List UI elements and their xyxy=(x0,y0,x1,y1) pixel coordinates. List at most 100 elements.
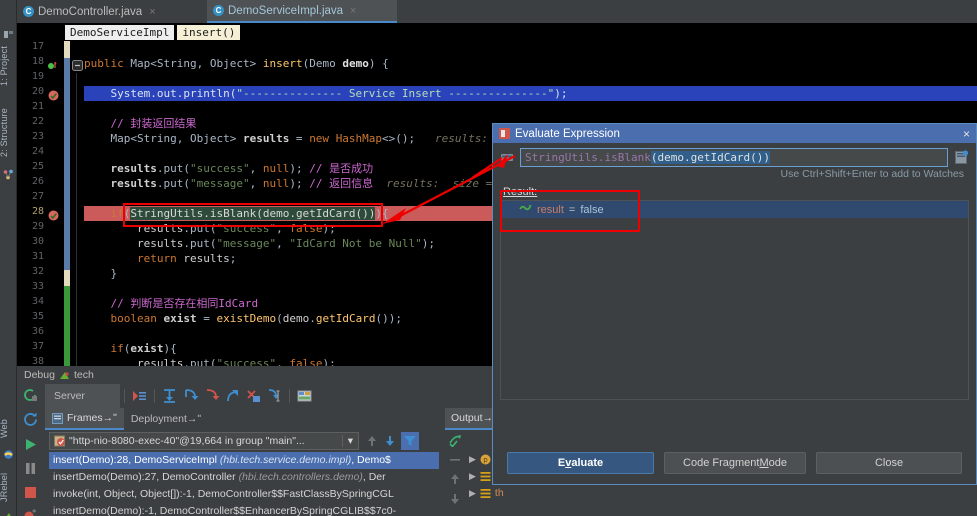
sidebar-item-jrebel[interactable]: JRebel xyxy=(0,465,16,509)
add-watch-icon[interactable] xyxy=(448,433,462,447)
evaluate-expression-dialog[interactable]: Evaluate Expression × StringUtils.isBlan… xyxy=(492,123,977,485)
line-number: 33 xyxy=(17,281,44,292)
step-over-icon[interactable] xyxy=(161,388,178,404)
run-to-cursor-icon[interactable] xyxy=(266,388,283,404)
dialog-button-row: Evaluate Code Fragment Mode Close xyxy=(493,451,976,475)
frame-row[interactable]: insertDemo(Demo):-1, DemoController$$Enh… xyxy=(49,503,439,516)
code-line: // 封装返回结果 xyxy=(84,116,196,131)
fold-column[interactable] xyxy=(70,41,84,366)
annotation-box-condition xyxy=(123,203,383,227)
stop-icon[interactable] xyxy=(23,485,38,500)
history-icon[interactable] xyxy=(954,150,969,165)
line-number: 36 xyxy=(17,326,44,337)
expression-row: StringUtils.isBlank(demo.getIdCard()) xyxy=(493,146,976,168)
dialog-title: Evaluate Expression xyxy=(515,128,620,140)
line-number: 24 xyxy=(17,146,44,157)
expand-arrow-icon[interactable]: ▶ xyxy=(469,451,476,468)
variable-row[interactable]: ▶ th xyxy=(469,485,504,502)
line-number: 17 xyxy=(17,41,44,52)
code-line: boolean exist = existDemo(demo.getIdCard… xyxy=(84,311,402,326)
svg-text:p: p xyxy=(483,456,488,464)
thread-label: "http-nio-8080-exec-40"@19,664 in group … xyxy=(69,435,305,447)
chevron-down-icon[interactable]: ▾ xyxy=(342,435,358,447)
step-out-icon[interactable] xyxy=(224,388,241,404)
sidebar-item-project[interactable]: 1: Project xyxy=(0,38,16,94)
code-line: public Map<String, Object> insert(Demo d… xyxy=(84,56,389,71)
frames-panel: "http-nio-8080-exec-40"@19,664 in group … xyxy=(45,430,445,516)
method-run-icon[interactable] xyxy=(47,58,58,76)
code-line: // 判断是否存在相同IdCard xyxy=(84,296,258,311)
fold-indent-line xyxy=(76,73,77,366)
down-icon[interactable] xyxy=(449,492,461,506)
close-icon[interactable]: × xyxy=(350,5,356,17)
expression-input[interactable]: StringUtils.isBlank(demo.getIdCard()) xyxy=(520,148,948,167)
tab-deployment[interactable]: Deployment→ʺ xyxy=(124,408,208,430)
line-number: 37 xyxy=(17,341,44,352)
frame-signature: insert(Demo):28, DemoServiceImpl xyxy=(53,454,220,466)
field-icon xyxy=(480,471,491,482)
sidebar-item-web[interactable]: Web xyxy=(0,412,16,446)
editor-gutter[interactable]: 17 18 19 20 21 22 23 24 25 26 27 28 29 3… xyxy=(17,41,64,366)
code-fragment-mode-button[interactable]: Code Fragment Mode xyxy=(664,452,806,474)
tab-democontroller[interactable]: C DemoController.java × xyxy=(17,0,207,23)
thread-selector[interactable]: "http-nio-8080-exec-40"@19,664 in group … xyxy=(49,432,359,450)
drop-frame-icon[interactable] xyxy=(245,388,262,404)
breadcrumb-class[interactable]: DemoServiceImpl xyxy=(65,25,174,40)
tab-label: Output→ʺ xyxy=(451,412,497,424)
java-class-icon: C xyxy=(213,5,224,16)
restart-icon[interactable] xyxy=(23,412,38,427)
resume-icon[interactable] xyxy=(23,437,38,452)
divider xyxy=(154,389,155,403)
frames-icon xyxy=(52,413,63,424)
frame-tail: , Der xyxy=(363,471,386,483)
filter-icon[interactable] xyxy=(401,432,419,450)
fold-collapse-icon[interactable] xyxy=(72,58,83,76)
breakpoint-verified-icon[interactable] xyxy=(48,88,59,106)
close-icon[interactable]: × xyxy=(149,6,155,18)
code-line: results.put("success", false); xyxy=(84,356,336,366)
watches-hint: Use Ctrl+Shift+Enter to add to Watches xyxy=(781,168,964,180)
force-step-into-icon[interactable] xyxy=(203,388,220,404)
remove-icon[interactable] xyxy=(449,453,461,465)
debug-panel-title: Debug xyxy=(24,369,55,381)
java-class-icon: C xyxy=(23,6,34,17)
mute-breakpoints-icon[interactable] xyxy=(23,508,38,516)
close-icon[interactable]: × xyxy=(963,127,970,141)
frame-up-icon[interactable] xyxy=(365,433,379,449)
expand-arrow-icon[interactable]: ▶ xyxy=(469,485,476,502)
divider xyxy=(124,389,125,403)
field-icon xyxy=(480,488,491,499)
close-button[interactable]: Close xyxy=(816,452,962,474)
expand-arrow-icon[interactable]: ▶ xyxy=(469,468,476,485)
rerun-icon[interactable] xyxy=(23,388,38,403)
tab-server[interactable]: Server xyxy=(45,384,120,408)
breakpoint-verified-icon[interactable] xyxy=(48,208,59,226)
web-icon xyxy=(3,447,14,458)
step-into-icon[interactable] xyxy=(182,388,199,404)
up-icon[interactable] xyxy=(449,472,461,486)
code-line: } xyxy=(84,266,117,281)
evaluate-icon xyxy=(499,128,510,139)
debug-config-name[interactable]: tech xyxy=(74,369,94,381)
expression-prefix: StringUtils.isBlank xyxy=(525,151,651,164)
marker-exec xyxy=(967,86,977,96)
sidebar-item-structure[interactable]: 2: Structure xyxy=(0,100,16,166)
breadcrumb-method[interactable]: insert() xyxy=(177,25,240,40)
line-number: 19 xyxy=(17,71,44,82)
evaluate-expression-icon[interactable] xyxy=(296,388,313,404)
line-number: 27 xyxy=(17,191,44,202)
pause-icon[interactable] xyxy=(23,461,38,476)
frame-row[interactable]: insertDemo(Demo):27, DemoController (hbi… xyxy=(49,469,439,486)
frame-signature: invoke(int, Object, Object[]):-1, DemoCo… xyxy=(53,488,394,500)
tab-demoserviceimpl[interactable]: C DemoServiceImpl.java × xyxy=(207,0,397,23)
line-number: 38 xyxy=(17,356,44,366)
code-line: results.put("message", "IdCard Not be Nu… xyxy=(84,236,435,251)
frame-row[interactable]: invoke(int, Object, Object[]):-1, DemoCo… xyxy=(49,486,439,503)
line-number: 32 xyxy=(17,266,44,277)
line-number: 34 xyxy=(17,296,44,307)
evaluate-button[interactable]: Evaluate xyxy=(507,452,654,474)
show-execution-point-icon[interactable] xyxy=(131,388,148,404)
frame-down-icon[interactable] xyxy=(383,433,397,449)
frame-row[interactable]: insert(Demo):28, DemoServiceImpl (hbi.te… xyxy=(49,452,439,469)
tab-frames[interactable]: Frames→ʺ xyxy=(45,408,124,430)
